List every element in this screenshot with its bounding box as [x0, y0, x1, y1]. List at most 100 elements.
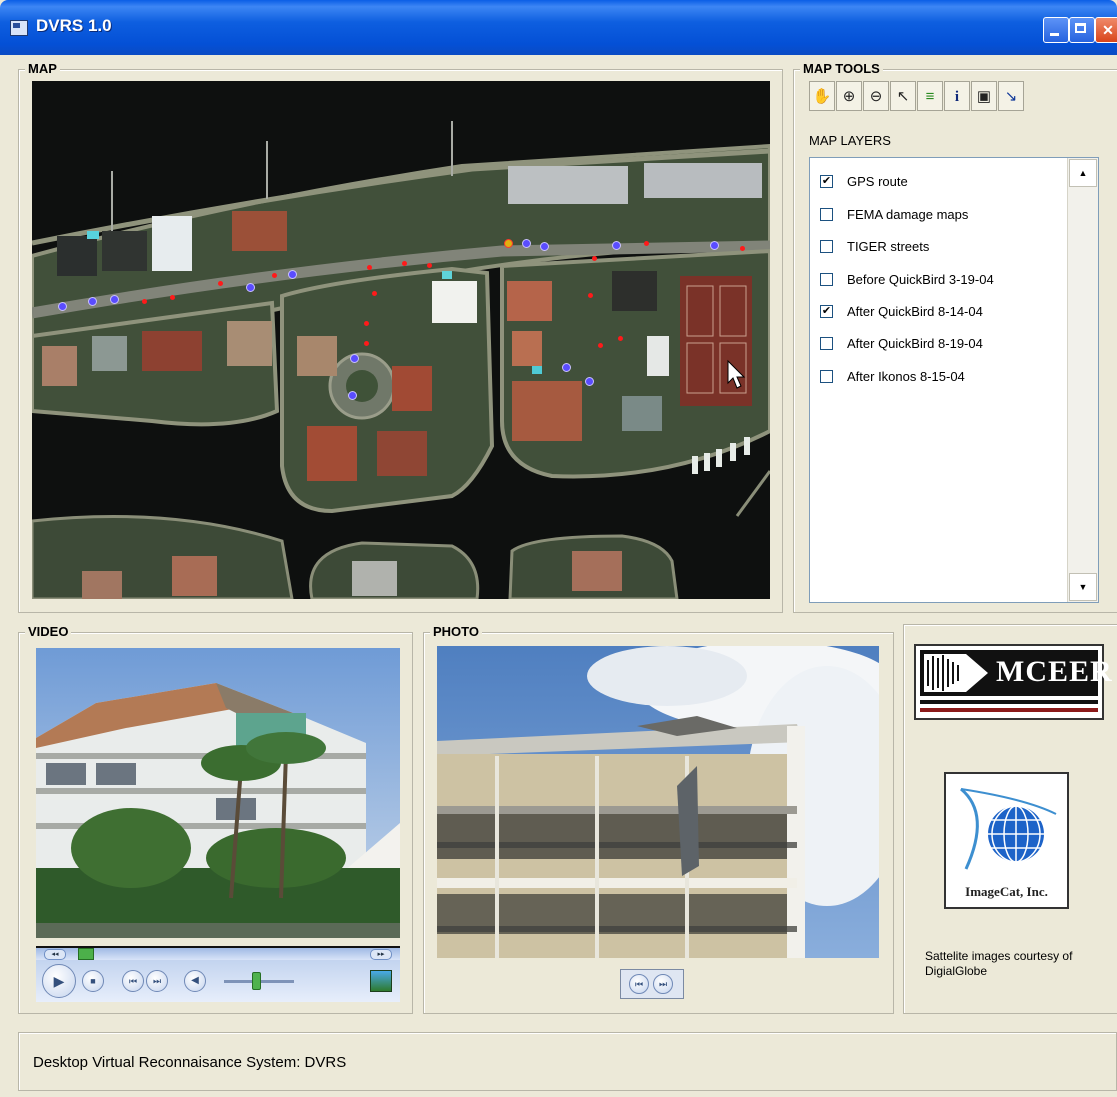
- layers-scrollbar[interactable]: ▲ ▼: [1067, 158, 1098, 602]
- select-pointer-icon[interactable]: ↖: [890, 81, 916, 111]
- gps-waypoint[interactable]: [522, 239, 531, 248]
- satellite-map[interactable]: [32, 81, 770, 599]
- gps-route-point[interactable]: [367, 265, 372, 270]
- gps-waypoint[interactable]: [350, 354, 359, 363]
- layer-label: After QuickBird 8-19-04: [847, 335, 983, 351]
- gps-route-point[interactable]: [372, 291, 377, 296]
- gps-current-position[interactable]: [504, 239, 513, 248]
- gps-waypoint[interactable]: [110, 295, 119, 304]
- map-group-label: MAP: [25, 61, 60, 76]
- layer-label: After Ikonos 8-15-04: [847, 368, 965, 384]
- video-group-label: VIDEO: [25, 624, 72, 639]
- layer-fema-damage-maps[interactable]: FEMA damage maps: [820, 204, 968, 224]
- gps-route-point[interactable]: [427, 263, 432, 268]
- layer-checkbox[interactable]: ✔: [820, 174, 833, 188]
- layer-checkbox[interactable]: [820, 207, 833, 221]
- pin-pointer-icon[interactable]: ↘: [998, 81, 1024, 111]
- gps-waypoint[interactable]: [348, 391, 357, 400]
- layer-after-quickbird-8-19-04[interactable]: After QuickBird 8-19-04: [820, 333, 983, 353]
- layer-label: TIGER streets: [847, 238, 930, 254]
- seek-thumb[interactable]: [78, 948, 94, 960]
- gps-route-point[interactable]: [598, 343, 603, 348]
- next-icon[interactable]: ⏭: [146, 970, 168, 992]
- app-icon: [10, 20, 28, 36]
- gps-route-point[interactable]: [592, 256, 597, 261]
- previous-icon[interactable]: ⏮: [122, 970, 144, 992]
- imagecat-logo: ImageCat, Inc.: [944, 772, 1069, 909]
- play-icon[interactable]: ▶: [42, 964, 76, 998]
- mute-speaker-icon[interactable]: ◀: [184, 970, 206, 992]
- minimize-button[interactable]: [1043, 17, 1069, 43]
- gps-route-point[interactable]: [364, 341, 369, 346]
- close-button[interactable]: [1095, 17, 1117, 43]
- gps-route-point[interactable]: [402, 261, 407, 266]
- next-photo-icon[interactable]: ⏭: [653, 974, 673, 994]
- imagery-credit: Sattelite images courtesy of DigialGlobe: [925, 949, 1073, 978]
- photo-group-label: PHOTO: [430, 624, 482, 639]
- scroll-down-arrow-icon[interactable]: ▼: [1069, 573, 1097, 601]
- zoom-out-icon[interactable]: ⊖: [863, 81, 889, 111]
- gps-route-point[interactable]: [588, 293, 593, 298]
- map-layers-title: MAP LAYERS: [809, 133, 891, 148]
- identify-box-icon[interactable]: ▣: [971, 81, 997, 111]
- info-icon[interactable]: i: [944, 81, 970, 111]
- photo-navigation: ⏮ ⏭: [620, 969, 684, 999]
- map-layers-list[interactable]: ✔ GPS route FEMA damage maps TIGER stree…: [809, 157, 1099, 603]
- video-controls: ▶ ■ ⏮ ⏭ ◀: [36, 960, 400, 1002]
- gps-waypoint[interactable]: [288, 270, 297, 279]
- gps-waypoint[interactable]: [710, 241, 719, 250]
- layer-label: After QuickBird 8-14-04: [847, 303, 983, 319]
- gps-waypoint[interactable]: [246, 283, 255, 292]
- layer-checkbox[interactable]: ✔: [820, 304, 833, 318]
- stop-icon[interactable]: ■: [82, 970, 104, 992]
- gps-waypoint[interactable]: [540, 242, 549, 251]
- layer-checkbox[interactable]: [820, 369, 833, 383]
- seek-forward-icon[interactable]: ▸▸: [370, 949, 392, 960]
- photo-image: [437, 646, 879, 958]
- layer-before-quickbird-3-19-04[interactable]: Before QuickBird 3-19-04: [820, 269, 994, 289]
- map-toolbar: ✋ ⊕ ⊖ ↖ ≡ i ▣ ↘: [809, 81, 1024, 113]
- damage-photo[interactable]: [437, 646, 879, 958]
- status-bar: Desktop Virtual Reconnaisance System: DV…: [18, 1032, 1117, 1091]
- layer-after-quickbird-8-14-04[interactable]: ✔ After QuickBird 8-14-04: [820, 301, 983, 321]
- seek-back-icon[interactable]: ◂◂: [44, 949, 66, 960]
- layers-icon[interactable]: ≡: [917, 81, 943, 111]
- layer-checkbox[interactable]: [820, 336, 833, 350]
- layer-checkbox[interactable]: [820, 272, 833, 286]
- gps-route-point[interactable]: [740, 246, 745, 251]
- video-frame-image: [36, 648, 400, 938]
- gps-route-point[interactable]: [272, 273, 277, 278]
- volume-slider-thumb[interactable]: [252, 972, 261, 990]
- layer-gps-route[interactable]: ✔ GPS route: [820, 171, 908, 191]
- map-imagery: [32, 81, 770, 599]
- previous-photo-icon[interactable]: ⏮: [629, 974, 649, 994]
- video-player[interactable]: [36, 648, 400, 938]
- maximize-button[interactable]: [1069, 17, 1095, 43]
- gps-route-point[interactable]: [218, 281, 223, 286]
- fullscreen-image-icon[interactable]: [370, 970, 392, 992]
- gps-route-point[interactable]: [364, 321, 369, 326]
- layer-label: GPS route: [847, 173, 908, 189]
- gps-waypoint[interactable]: [562, 363, 571, 372]
- zoom-in-icon[interactable]: ⊕: [836, 81, 862, 111]
- layer-tiger-streets[interactable]: TIGER streets: [820, 236, 929, 256]
- pan-hand-icon[interactable]: ✋: [809, 81, 835, 111]
- gps-waypoint[interactable]: [585, 377, 594, 386]
- video-seek-bar[interactable]: ◂◂ ▸▸: [36, 946, 400, 960]
- imagecat-logo-text: ImageCat, Inc.: [965, 884, 1048, 899]
- layer-label: FEMA damage maps: [847, 206, 969, 222]
- app-window: DVRS 1.0 MAP: [0, 0, 1117, 1097]
- layer-label: Before QuickBird 3-19-04: [847, 271, 994, 287]
- layer-after-ikonos-8-15-04[interactable]: After Ikonos 8-15-04: [820, 366, 965, 386]
- layer-checkbox[interactable]: [820, 239, 833, 253]
- mceer-logo: MCEER: [914, 644, 1112, 720]
- gps-waypoint[interactable]: [58, 302, 67, 311]
- gps-route-point[interactable]: [142, 299, 147, 304]
- gps-waypoint[interactable]: [612, 241, 621, 250]
- scroll-up-arrow-icon[interactable]: ▲: [1069, 159, 1097, 187]
- gps-route-point[interactable]: [644, 241, 649, 246]
- title-bar[interactable]: DVRS 1.0: [0, 0, 1117, 55]
- gps-route-point[interactable]: [618, 336, 623, 341]
- gps-route-point[interactable]: [170, 295, 175, 300]
- gps-waypoint[interactable]: [88, 297, 97, 306]
